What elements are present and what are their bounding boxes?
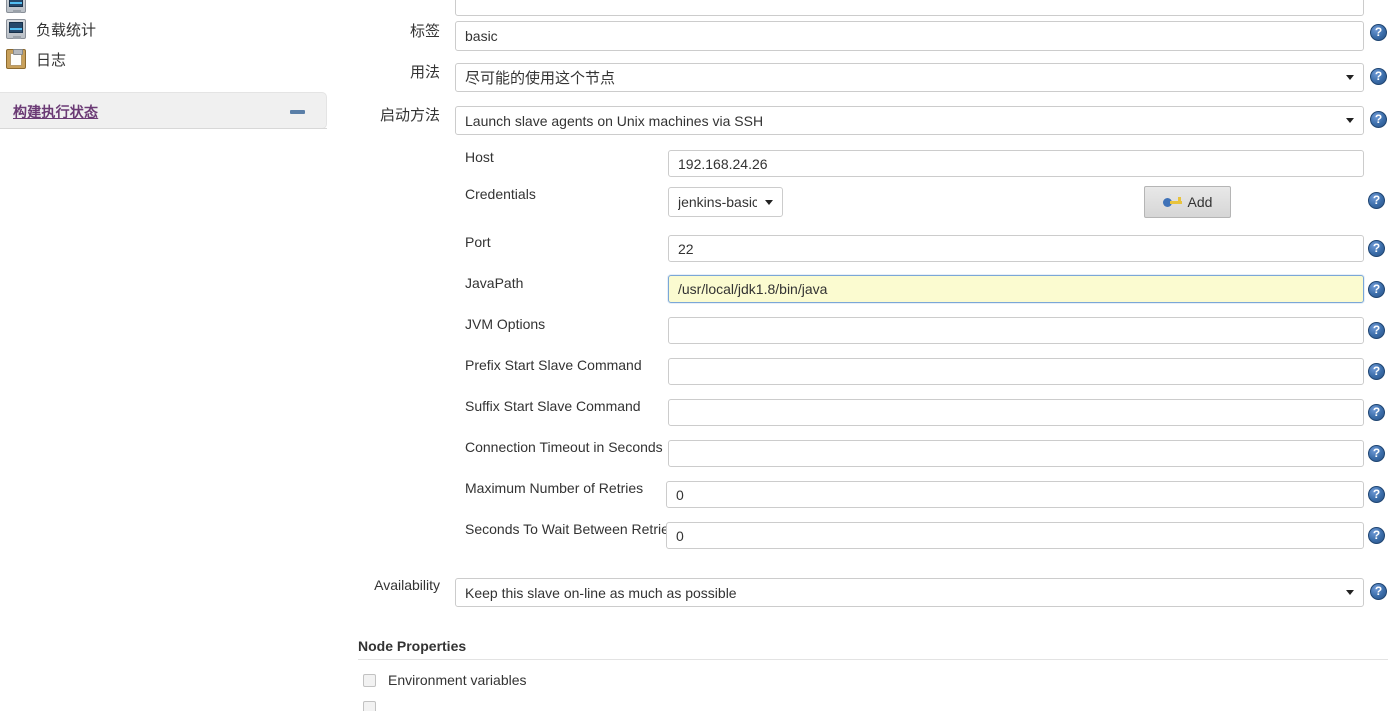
build-executor-status-panel: 构建执行状态 [0,92,327,129]
launch-method-select-value: Launch slave agents on Unix machines via… [465,112,764,129]
host-input[interactable] [668,150,1364,177]
host-label: Host [465,149,494,165]
sidebar: 负载统计 日志 构建执行状态 [0,0,330,711]
clipped-top-input[interactable] [455,0,1364,16]
checkbox[interactable] [363,673,376,687]
credentials-select-value: jenkins-basic [678,194,757,210]
launch-method-label: 启动方法 [379,107,440,124]
sidebar-task-load-statistics[interactable]: 负载统计 [6,16,96,42]
chevron-down-icon [1346,590,1354,595]
usage-select-value: 尽可能的使用这个节点 [465,70,616,87]
suffix-start-slave-command-input[interactable] [668,399,1364,426]
add-credentials-label: Add [1187,194,1213,210]
panel-divider [0,128,327,129]
add-credentials-button[interactable]: Add [1144,186,1231,218]
help-icon-availability[interactable] [1370,583,1387,600]
monitor-icon [6,0,26,13]
label-field-label: 标签 [409,23,440,40]
chevron-down-icon [765,199,773,205]
credentials-label: Credentials [465,186,536,202]
help-icon-connection-timeout[interactable] [1368,445,1385,462]
help-icon-suffix-start[interactable] [1368,404,1385,421]
maximum-retries-label: Maximum Number of Retries [465,480,644,496]
chevron-down-icon [1346,118,1354,123]
help-icon-launch-method[interactable] [1370,111,1387,128]
chevron-down-icon [1346,75,1354,80]
prefix-start-slave-command-label: Prefix Start Slave Command [465,357,642,373]
monitor-icon [6,19,26,39]
help-icon-prefix-start[interactable] [1368,363,1385,380]
availability-label: Availability [374,577,440,593]
clipboard-icon [6,49,26,69]
usage-label: 用法 [409,64,440,81]
key-icon [1162,196,1182,208]
connection-timeout-input[interactable] [668,440,1364,467]
help-icon-maximum-retries[interactable] [1368,486,1385,503]
help-icon-port[interactable] [1368,240,1385,257]
port-label: Port [465,234,491,250]
maximum-retries-input[interactable] [666,481,1364,508]
javapath-label: JavaPath [465,275,524,291]
node-property-environment-variables[interactable]: Environment variables [363,672,527,688]
jvm-options-input[interactable] [668,317,1364,344]
connection-timeout-label: Connection Timeout in Seconds [465,439,663,455]
node-property-clipped[interactable] [363,701,388,711]
help-icon-jvm-options[interactable] [1368,322,1385,339]
sidebar-task-label: 日志 [36,51,67,69]
minus-icon[interactable] [290,109,305,115]
javapath-input[interactable] [668,275,1364,303]
jvm-options-label: JVM Options [465,316,546,332]
build-executor-status-link[interactable]: 构建执行状态 [13,102,98,122]
node-properties-title: Node Properties [358,638,467,654]
availability-select[interactable]: Keep this slave on-line as much as possi… [455,578,1364,607]
credentials-select[interactable]: jenkins-basic [668,187,783,217]
retry-wait-input[interactable] [666,522,1364,549]
label-input[interactable] [455,21,1364,51]
node-properties-divider [358,659,1388,660]
sidebar-task-clipped[interactable] [6,0,36,16]
availability-select-value: Keep this slave on-line as much as possi… [465,584,737,601]
help-icon-retry-wait[interactable] [1368,527,1385,544]
suffix-start-slave-command-label: Suffix Start Slave Command [465,398,641,414]
usage-select[interactable]: 尽可能的使用这个节点 [455,63,1364,92]
node-configuration-form: 标签 用法 尽可能的使用这个节点 启动方法 Launch slave agent… [355,0,1388,711]
checkbox[interactable] [363,701,376,711]
help-icon-credentials[interactable] [1368,192,1385,209]
node-property-label: Environment variables [388,672,527,688]
help-icon-usage[interactable] [1370,68,1387,85]
sidebar-task-label: 负载统计 [36,21,97,39]
prefix-start-slave-command-input[interactable] [668,358,1364,385]
retry-wait-label: Seconds To Wait Between Retries [465,521,676,537]
launch-method-select[interactable]: Launch slave agents on Unix machines via… [455,106,1364,135]
sidebar-task-log[interactable]: 日志 [6,46,66,72]
jenkins-node-config-screen: 负载统计 日志 构建执行状态 标签 用法 尽可能的使用这个节点 启动方法 Lau [0,0,1388,711]
help-icon-javapath[interactable] [1368,281,1385,298]
help-icon-label[interactable] [1370,24,1387,41]
port-input[interactable] [668,235,1364,262]
